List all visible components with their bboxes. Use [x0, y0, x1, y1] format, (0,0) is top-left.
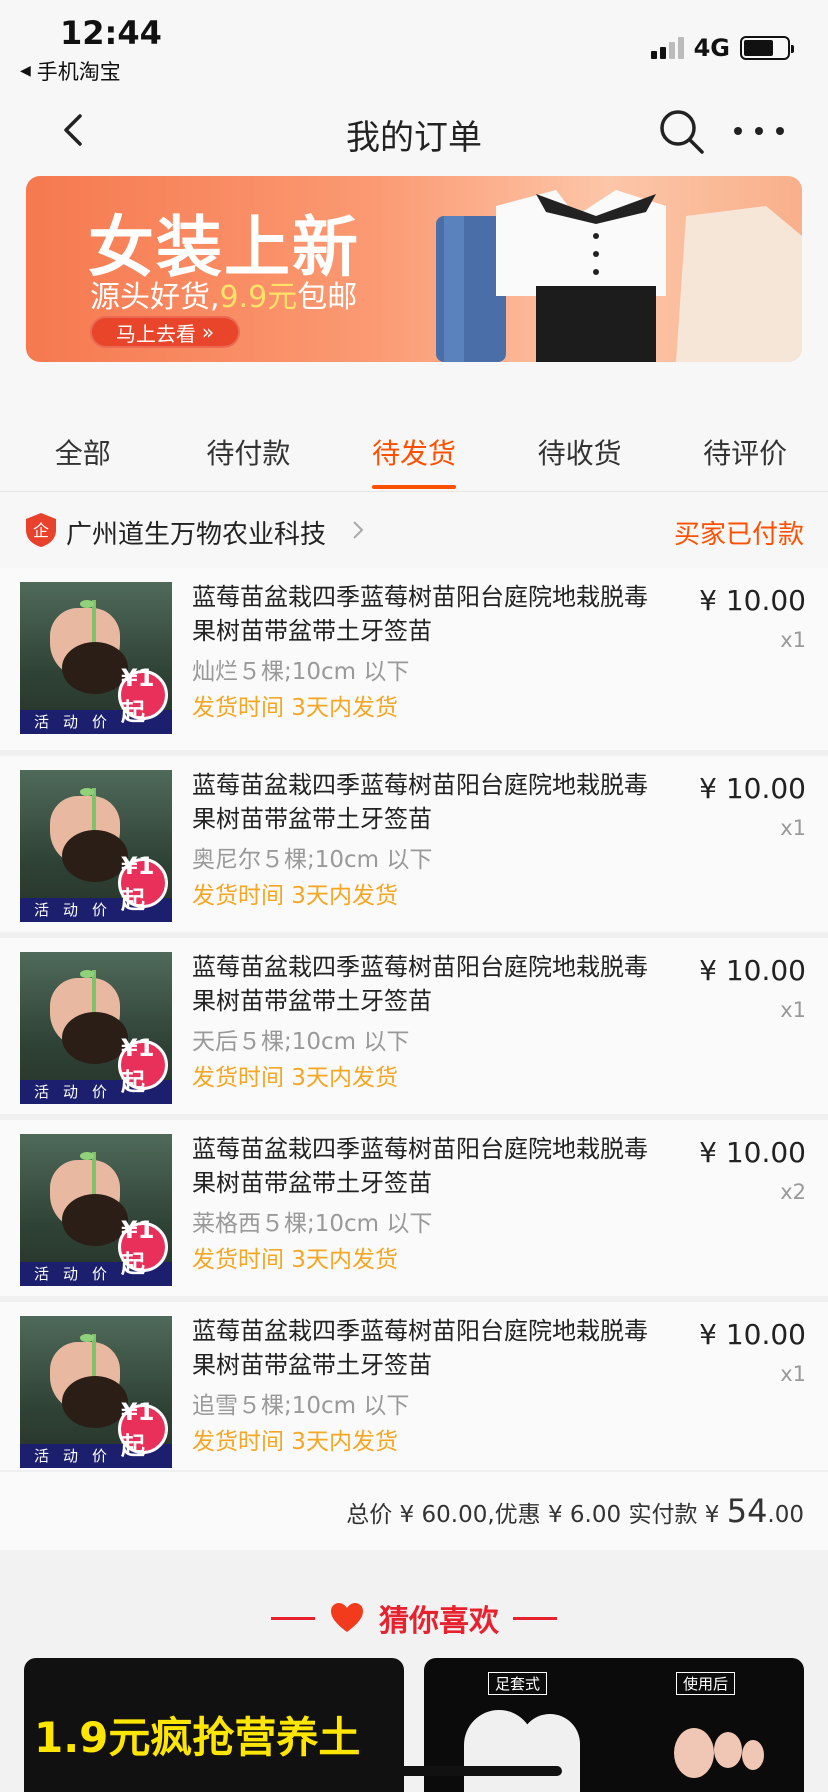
chevron-right-icon[interactable] [350, 518, 366, 542]
total-paid-integer: 54 [726, 1492, 768, 1530]
recommend-title: 猜你喜欢 [379, 1604, 499, 1639]
status-indicators: 4G [650, 34, 794, 62]
product-title[interactable]: 蓝莓苗盆栽四季蓝莓树苗阳台庭院地栽脱毒果树苗带盆带土牙签苗 [192, 1314, 652, 1382]
recommend-section: 猜你喜欢 1.9元疯抢营养土 足套式 使用后 [0, 1550, 828, 1792]
shipping-time: 发货时间 3天内发货 [192, 883, 398, 909]
store-name-link[interactable]: 广州道生万物农业科技 [66, 514, 326, 551]
order-item[interactable]: 活动价 ¥1起 蓝莓苗盆栽四季蓝莓树苗阳台庭院地栽脱毒果树苗带盆带土牙签苗 追雪… [0, 1296, 828, 1478]
total-summary: 总价 ¥ 60.00,优惠 ¥ 6.00 实付款 ¥ [346, 1502, 727, 1528]
product-title[interactable]: 蓝莓苗盆栽四季蓝莓树苗阳台庭院地栽脱毒果树苗带盆带土牙签苗 [192, 1132, 652, 1200]
order-items: 活动价 ¥1起 蓝莓苗盆栽四季蓝莓树苗阳台庭院地栽脱毒果树苗带盆带土牙签苗 灿烂… [0, 568, 828, 1478]
order-item[interactable]: 活动价 ¥1起 蓝莓苗盆栽四季蓝莓树苗阳台庭院地栽脱毒果树苗带盆带土牙签苗 奥尼… [0, 750, 828, 932]
price-badge: ¥1起 [118, 852, 168, 914]
home-indicator[interactable] [266, 1766, 562, 1776]
order-status: 买家已付款 [673, 520, 804, 550]
price-badge: ¥1起 [118, 664, 168, 726]
shipping-time: 发货时间 3天内发货 [192, 1247, 398, 1273]
tab-pending-review[interactable]: 待评价 [662, 396, 828, 491]
battery-icon [740, 36, 794, 60]
product-price: ¥ 10.00 [699, 1318, 806, 1351]
order-item[interactable]: 活动价 ¥1起 蓝莓苗盆栽四季蓝莓树苗阳台庭院地栽脱毒果树苗带盆带土牙签苗 莱格… [0, 1114, 828, 1296]
order-total: 总价 ¥ 60.00,优惠 ¥ 6.00 实付款 ¥ 54.00 [0, 1470, 828, 1550]
tab-all[interactable]: 全部 [0, 396, 166, 491]
order-item[interactable]: 活动价 ¥1起 蓝莓苗盆栽四季蓝莓树苗阳台庭院地栽脱毒果树苗带盆带土牙签苗 天后… [0, 932, 828, 1114]
price-badge: ¥1起 [118, 1034, 168, 1096]
promo-banner[interactable]: 女装上新 源头好货,9.9元包邮 马上去看» [26, 176, 802, 362]
product-thumbnail[interactable]: 活动价 ¥1起 [20, 952, 172, 1104]
recommend-card-label: 足套式 [488, 1672, 548, 1695]
product-price: ¥ 10.00 [699, 954, 806, 987]
order-item[interactable]: 活动价 ¥1起 蓝莓苗盆栽四季蓝莓树苗阳台庭院地栽脱毒果树苗带盆带土牙签苗 灿烂… [0, 568, 828, 750]
product-quantity: x1 [780, 998, 806, 1022]
enterprise-shield-icon: 企 [26, 513, 56, 547]
back-app-label: 手机淘宝 [36, 60, 121, 84]
product-thumbnail[interactable]: 活动价 ¥1起 [20, 770, 172, 922]
price-badge: ¥1起 [118, 1398, 168, 1460]
heart-icon [331, 1603, 363, 1632]
product-title[interactable]: 蓝莓苗盆栽四季蓝莓树苗阳台庭院地栽脱毒果树苗带盆带土牙签苗 [192, 580, 652, 648]
banner-area: 女装上新 源头好货,9.9元包邮 马上去看» [0, 176, 828, 396]
shipping-time: 发货时间 3天内发货 [192, 695, 398, 721]
product-title[interactable]: 蓝莓苗盆栽四季蓝莓树苗阳台庭院地栽脱毒果树苗带盆带土牙签苗 [192, 950, 652, 1018]
signal-icon [650, 37, 684, 59]
product-price: ¥ 10.00 [699, 772, 806, 805]
product-title[interactable]: 蓝莓苗盆栽四季蓝莓树苗阳台庭院地栽脱毒果树苗带盆带土牙签苗 [192, 768, 652, 836]
svg-text:企: 企 [33, 521, 49, 540]
product-spec: 天后５棵;10cm 以下 [192, 1029, 410, 1055]
product-price: ¥ 10.00 [699, 1136, 806, 1169]
product-thumbnail[interactable]: 活动价 ¥1起 [20, 582, 172, 734]
clothing-illustration [436, 190, 802, 362]
recommend-card-label: 使用后 [676, 1672, 736, 1695]
tab-pending-receipt[interactable]: 待收货 [497, 396, 663, 491]
product-spec: 灿烂５棵;10cm 以下 [192, 659, 410, 685]
shipping-time: 发货时间 3天内发货 [192, 1429, 398, 1455]
status-time: 12:44 [60, 14, 162, 52]
product-quantity: x1 [780, 816, 806, 840]
network-label: 4G [693, 34, 730, 62]
product-spec: 追雪５棵;10cm 以下 [192, 1393, 410, 1419]
product-thumbnail[interactable]: 活动价 ¥1起 [20, 1134, 172, 1286]
search-icon[interactable] [656, 106, 706, 156]
product-quantity: x1 [780, 1362, 806, 1386]
product-thumbnail[interactable]: 活动价 ¥1起 [20, 1316, 172, 1468]
product-price: ¥ 10.00 [699, 584, 806, 617]
product-spec: 莱格西５棵;10cm 以下 [192, 1211, 433, 1237]
shipping-time: 发货时间 3天内发货 [192, 1065, 398, 1091]
total-paid-decimal: .00 [767, 1502, 804, 1528]
back-triangle-icon: ◀ [20, 63, 31, 79]
double-arrow-icon: » [201, 320, 215, 344]
product-quantity: x1 [780, 628, 806, 652]
more-icon[interactable] [734, 116, 784, 146]
price-badge: ¥1起 [118, 1216, 168, 1278]
tab-pending-shipment[interactable]: 待发货 [331, 396, 497, 491]
banner-button[interactable]: 马上去看» [90, 316, 240, 348]
back-to-app-link[interactable]: ◀ 手机淘宝 [20, 56, 121, 86]
tab-pending-payment[interactable]: 待付款 [166, 396, 332, 491]
product-quantity: x2 [780, 1180, 806, 1204]
recommend-header: 猜你喜欢 [0, 1596, 828, 1640]
store-header: 企 广州道生万物农业科技 买家已付款 [0, 492, 828, 568]
banner-subtitle: 源头好货,9.9元包邮 [90, 280, 358, 315]
status-bar: 12:44 ◀ 手机淘宝 4G [0, 0, 828, 88]
product-spec: 奥尼尔５棵;10cm 以下 [192, 847, 433, 873]
order-tabs: 全部 待付款 待发货 待收货 待评价 [0, 396, 828, 492]
recommend-card-promo: 1.9元疯抢营养土 [34, 1713, 361, 1762]
nav-bar: 我的订单 [0, 88, 828, 176]
